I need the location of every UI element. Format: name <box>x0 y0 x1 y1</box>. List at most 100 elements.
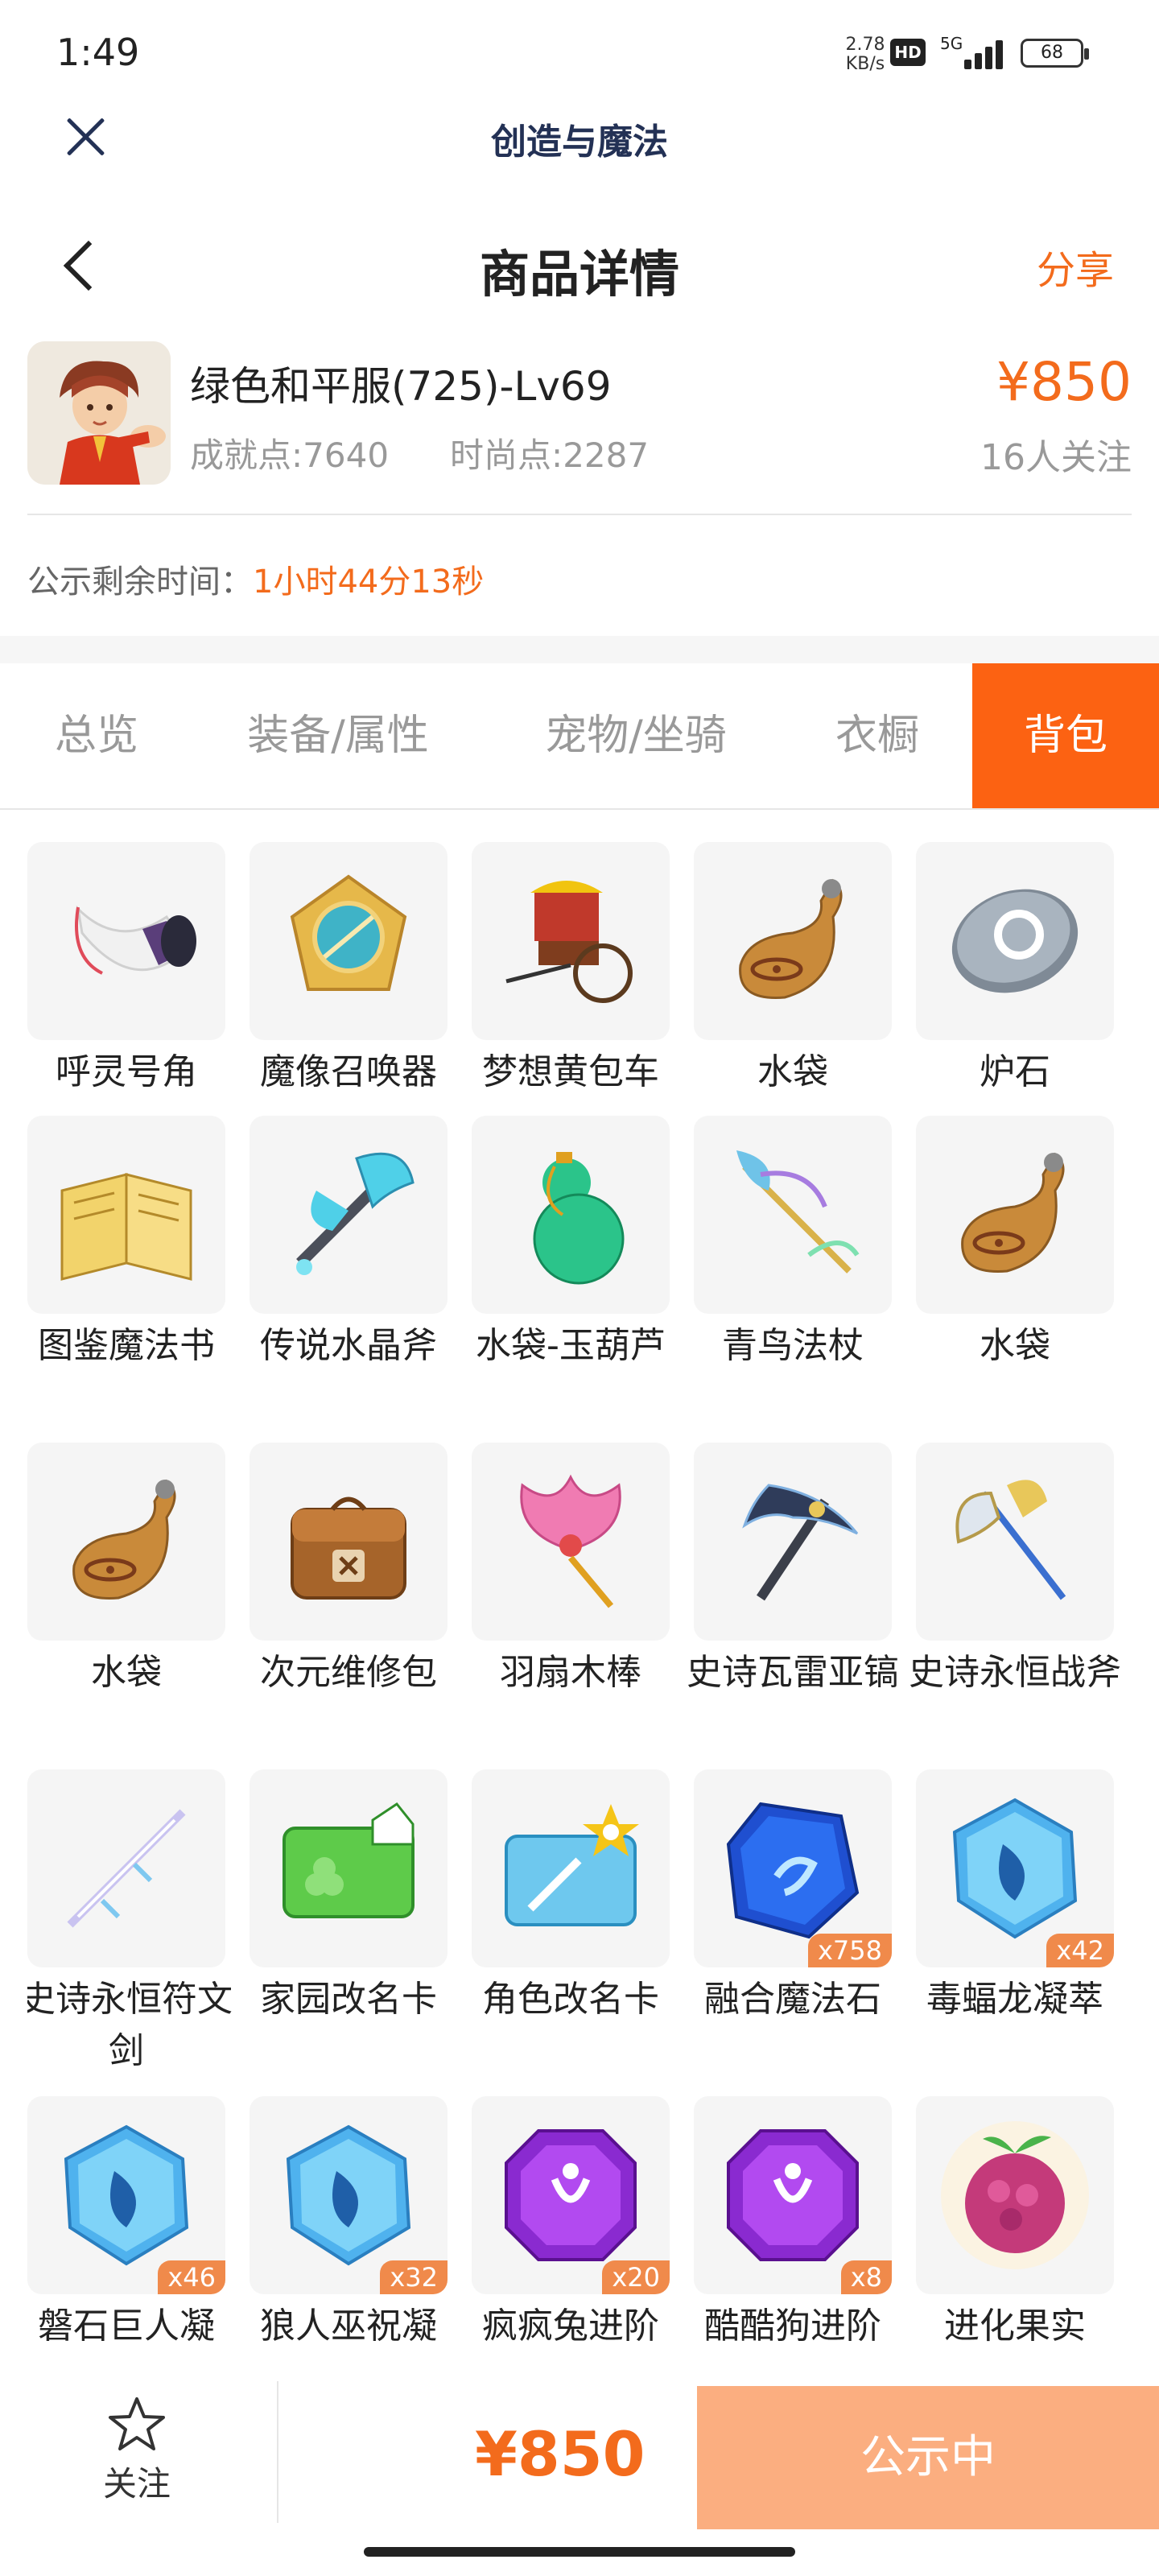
quantity-badge: x32 <box>380 2260 448 2294</box>
inventory-item[interactable]: 进化果实 <box>916 2096 1114 2352</box>
product-avatar <box>27 341 171 485</box>
inventory-item[interactable]: x42 毒蝠龙凝萃 <box>916 1769 1114 2025</box>
water-bag-icon <box>961 1152 1065 1273</box>
item-tile <box>694 1116 892 1314</box>
fusion-stone-icon <box>726 1802 860 1939</box>
item-name: 羽扇木棒 <box>500 1652 641 1693</box>
product-stats: 成就点:7640 时尚点:2287 <box>190 428 710 477</box>
item-name: 炉石 <box>980 1051 1050 1092</box>
tab-pets[interactable]: 宠物/坐骑 <box>499 663 773 808</box>
inventory-item[interactable]: 次元维修包 <box>250 1443 448 1699</box>
inventory-item[interactable]: x8 酷酷狗进阶 <box>694 2096 892 2352</box>
countdown: 1小时44分13秒 <box>253 564 485 601</box>
inventory-grid: 呼灵号角 魔像召唤器 梦想黄包车 水袋 炉石 图鉴魔法书 传说水晶斧 水袋-玉葫芦 青鸟法杖 水袋… <box>27 842 1132 2362</box>
tab-backpack[interactable]: 背包 <box>972 663 1159 808</box>
inventory-item[interactable]: 水袋 <box>27 1443 225 1699</box>
purple-gem-icon <box>727 2129 859 2261</box>
network-speed: 2.78 KB/s <box>845 35 885 74</box>
item-name: 水袋-玉葫芦 <box>476 1325 666 1366</box>
battery-icon: 68 <box>1021 39 1089 68</box>
item-tile: x46 <box>27 2096 225 2294</box>
item-tile <box>916 842 1114 1040</box>
network-type: 5G <box>940 34 963 53</box>
inventory-item[interactable]: x46 磐石巨人凝 <box>27 2096 225 2352</box>
notice-label: 公示剩余时间： <box>27 564 253 601</box>
pickaxe-icon <box>742 1484 859 1601</box>
inventory-item[interactable]: 史诗永恒符文剑 <box>27 1769 233 2077</box>
item-tile <box>27 842 225 1040</box>
item-name: 魔像召唤器 <box>260 1051 437 1092</box>
rickshaw-icon <box>505 881 633 1003</box>
item-name: 毒蝠龙凝萃 <box>926 1979 1103 2020</box>
tab-overview[interactable]: 总览 <box>16 663 177 808</box>
inventory-item[interactable]: 史诗永恒战斧 <box>909 1443 1121 1699</box>
bottom-bar: 关注 ¥850 公示中 <box>0 2375 1159 2536</box>
star-icon <box>109 2397 165 2450</box>
item-tile <box>916 1443 1114 1641</box>
battle-axe-icon <box>955 1480 1066 1600</box>
inventory-item[interactable]: x758 融合魔法石 <box>694 1769 892 2025</box>
item-name: 图鉴魔法书 <box>38 1325 215 1366</box>
item-name: 传说水晶斧 <box>260 1325 437 1366</box>
item-tile <box>916 2096 1114 2294</box>
page-title: 商品详情 <box>479 245 679 303</box>
inventory-item[interactable]: 水袋 <box>916 1116 1114 1372</box>
golem-summoner-icon <box>290 874 407 991</box>
item-tile <box>27 1443 225 1641</box>
item-tile: x20 <box>472 2096 670 2294</box>
inventory-item[interactable]: 梦想黄包车 <box>472 842 670 1098</box>
item-name: 次元维修包 <box>260 1652 437 1693</box>
item-tile <box>27 1116 225 1314</box>
item-tile <box>472 1769 670 1967</box>
rune-sword-icon <box>67 1809 186 1928</box>
inventory-item[interactable]: 青鸟法杖 <box>694 1116 892 1372</box>
inventory-item[interactable]: 魔像召唤器 <box>250 842 448 1098</box>
inventory-item[interactable]: x32 狼人巫祝凝 <box>250 2096 448 2352</box>
item-name: 史诗永恒战斧 <box>909 1652 1121 1693</box>
divider <box>27 514 1132 515</box>
quantity-badge: x20 <box>602 2260 670 2294</box>
item-name: 酷酷狗进阶 <box>704 2306 881 2347</box>
item-name: 水袋 <box>980 1325 1050 1366</box>
follow-button[interactable]: 关注 <box>72 2394 201 2523</box>
public-notice-button[interactable]: 公示中 <box>697 2386 1159 2529</box>
item-tile <box>472 1443 670 1641</box>
item-tile <box>916 1116 1114 1314</box>
follow-label: 关注 <box>102 2464 171 2504</box>
tab-equipment[interactable]: 装备/属性 <box>201 663 475 808</box>
item-name: 磐石巨人凝 <box>38 2306 215 2347</box>
inventory-item[interactable]: 炉石 <box>916 842 1114 1098</box>
item-name: 融合魔法石 <box>704 1979 881 2020</box>
inventory-item[interactable]: 角色改名卡 <box>472 1769 670 2025</box>
item-tile <box>250 1443 448 1641</box>
item-tile <box>472 842 670 1040</box>
quantity-badge: x46 <box>158 2260 225 2294</box>
item-name: 疯疯兔进阶 <box>482 2306 659 2347</box>
item-name: 水袋 <box>91 1652 162 1693</box>
inventory-item[interactable]: x20 疯疯兔进阶 <box>472 2096 670 2352</box>
inventory-item[interactable]: 呼灵号角 <box>27 842 225 1098</box>
notice-time: 公示剩余时间：1小时44分13秒 <box>27 555 484 602</box>
signal-icon: 5G <box>940 34 1004 71</box>
inventory-item[interactable]: 羽扇木棒 <box>472 1443 670 1699</box>
purple-gem-icon <box>505 2129 637 2261</box>
section-separator <box>0 636 1159 663</box>
inventory-item[interactable]: 家园改名卡 <box>250 1769 448 2025</box>
home-indicator[interactable] <box>364 2547 795 2557</box>
share-button[interactable]: 分享 <box>1037 238 1114 295</box>
tab-wardrobe[interactable]: 衣橱 <box>797 663 958 808</box>
spellbook-icon <box>60 1173 192 1281</box>
inventory-item[interactable]: 图鉴魔法书 <box>27 1116 225 1372</box>
feather-fan-icon <box>520 1474 621 1608</box>
item-tile: x32 <box>250 2096 448 2294</box>
inventory-item[interactable]: 史诗瓦雷亚镐 <box>687 1443 899 1699</box>
item-name: 狼人巫祝凝 <box>260 2306 437 2347</box>
inventory-item[interactable]: 传说水晶斧 <box>250 1116 448 1372</box>
inventory-item[interactable]: 水袋-玉葫芦 <box>472 1116 670 1372</box>
item-tile <box>250 1116 448 1314</box>
follower-count: 16人关注 <box>980 437 1132 478</box>
home-rename-card-icon <box>283 1802 415 1918</box>
inventory-item[interactable]: 水袋 <box>694 842 892 1098</box>
item-name: 家园改名卡 <box>260 1979 437 2020</box>
quantity-badge: x42 <box>1046 1934 1114 1967</box>
